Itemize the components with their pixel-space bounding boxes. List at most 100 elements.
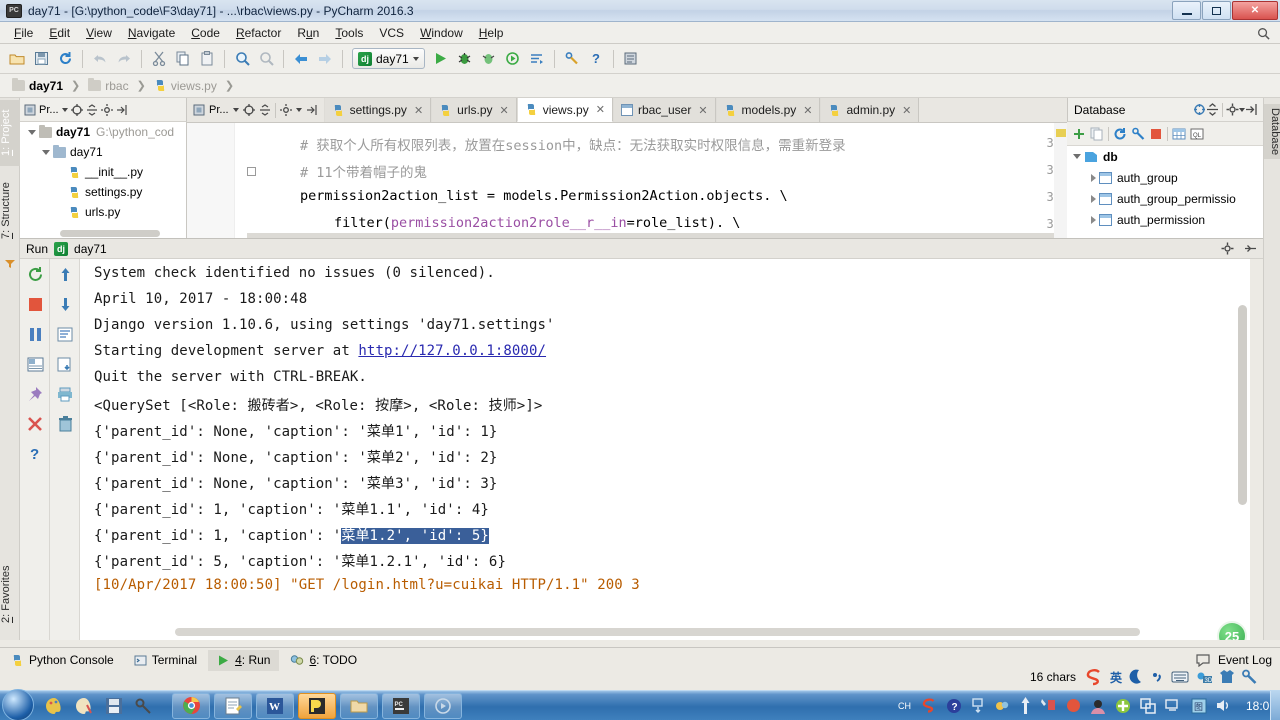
search-icon[interactable]: [1257, 27, 1270, 40]
gear-icon[interactable]: [100, 103, 113, 116]
paste-icon[interactable]: [196, 48, 218, 70]
editor-tab-settings[interactable]: settings.py ✕: [323, 98, 432, 122]
tree-item-settings[interactable]: settings.py: [20, 182, 186, 202]
scroll-down-icon[interactable]: [50, 289, 80, 319]
settings-icon[interactable]: [561, 48, 583, 70]
close-icon[interactable]: ✕: [596, 103, 605, 116]
menu-item-view[interactable]: View: [78, 24, 120, 42]
editor-tab-admin[interactable]: admin.py ✕: [820, 98, 920, 122]
clear-all-icon[interactable]: [50, 409, 80, 439]
code-editor[interactable]: 31 32 33 34 # 获取个人所有权限列表，放置在session中，缺点：…: [187, 123, 1067, 238]
tree-item-init[interactable]: __init__.py: [20, 162, 186, 182]
sidebar-item-favorites[interactable]: 2: Favorites: [0, 553, 20, 635]
collapse-icon[interactable]: [86, 103, 98, 116]
table-icon[interactable]: [1172, 127, 1186, 141]
chevron-down-icon[interactable]: [1073, 154, 1081, 159]
hide-icon[interactable]: [1244, 242, 1257, 255]
chinese-mode-icon[interactable]: 英: [1110, 669, 1122, 686]
save-icon[interactable]: [104, 696, 124, 716]
sogou-icon[interactable]: [920, 697, 937, 714]
coverage-icon[interactable]: [478, 48, 500, 70]
box-icon[interactable]: [1140, 697, 1156, 714]
taskbar-pycharm-button[interactable]: [298, 692, 336, 719]
chevron-down-icon[interactable]: [295, 108, 302, 112]
target-icon[interactable]: [70, 103, 83, 116]
close-icon[interactable]: ✕: [902, 104, 911, 117]
menu-item-run[interactable]: Run: [289, 24, 327, 42]
menu-item-navigate[interactable]: Navigate: [120, 24, 183, 42]
scroll-up-icon[interactable]: [50, 259, 80, 289]
db-item-db[interactable]: db: [1067, 146, 1263, 167]
close-button[interactable]: ✕: [1232, 1, 1278, 20]
sidebar-item-structure[interactable]: 7: Structure: [0, 172, 20, 250]
taskbar-chrome-button[interactable]: [172, 692, 210, 719]
shirt-icon[interactable]: [1220, 669, 1235, 685]
debug-icon[interactable]: [454, 48, 476, 70]
chevron-down-icon[interactable]: [412, 56, 419, 61]
wrench-icon[interactable]: [1131, 127, 1145, 141]
export-icon[interactable]: [50, 349, 80, 379]
minimize-button[interactable]: [1172, 1, 1201, 20]
console-selection[interactable]: 菜单1.2', 'id': 5}: [341, 528, 489, 544]
menu-item-code[interactable]: Code: [183, 24, 228, 42]
menu-item-window[interactable]: Window: [412, 24, 471, 42]
hide-icon[interactable]: [116, 104, 128, 116]
status-item-terminal[interactable]: Terminal: [125, 650, 206, 671]
project-icon[interactable]: [193, 104, 205, 116]
hide-icon[interactable]: [306, 104, 318, 116]
key-icon[interactable]: [134, 696, 154, 716]
chevron-right-icon[interactable]: [1091, 173, 1096, 182]
editor-tab-rbac-user[interactable]: rbac_user ✕: [612, 98, 716, 122]
breadcrumb-item-rbac[interactable]: rbac: [84, 78, 132, 94]
soft-wrap-icon[interactable]: [50, 319, 80, 349]
app-icon[interactable]: 图: [1191, 698, 1207, 714]
menu-item-tools[interactable]: Tools: [327, 24, 371, 42]
start-orb[interactable]: [2, 689, 34, 720]
project-structure-icon[interactable]: [620, 48, 642, 70]
cut-icon[interactable]: [148, 48, 170, 70]
attach-icon[interactable]: [526, 48, 548, 70]
editor-scrollbar[interactable]: [1054, 123, 1067, 238]
keyboard-icon[interactable]: [1171, 670, 1189, 684]
chevron-down-icon[interactable]: [28, 129, 36, 135]
moon-icon[interactable]: [1129, 669, 1143, 685]
wrench-icon[interactable]: [1241, 669, 1257, 685]
copy-icon[interactable]: [1090, 127, 1104, 141]
sogou-icon[interactable]: [1083, 667, 1103, 687]
close-icon[interactable]: ✕: [803, 104, 812, 117]
hide-icon[interactable]: [1245, 103, 1258, 116]
taskbar-pycharm2-button[interactable]: PC: [382, 692, 420, 719]
status-badge[interactable]: 25: [1217, 621, 1247, 640]
close-icon[interactable]: ✕: [500, 104, 509, 117]
volume-icon[interactable]: [1216, 698, 1233, 713]
undo-icon[interactable]: [89, 48, 111, 70]
breadcrumb-item-day71[interactable]: day71: [8, 78, 67, 94]
run-configuration-selector[interactable]: dj day71: [352, 48, 425, 69]
help-icon[interactable]: ?: [20, 439, 50, 469]
collapse-all-icon[interactable]: [1193, 103, 1206, 116]
shield-icon[interactable]: [1115, 698, 1131, 714]
profile-icon[interactable]: [502, 48, 524, 70]
cloud-icon[interactable]: [994, 698, 1011, 713]
taskbar-explorer-button[interactable]: [340, 692, 378, 719]
tray-language-label[interactable]: CH: [898, 701, 911, 711]
arrow-up-icon[interactable]: [1020, 697, 1031, 714]
tree-item-day71-root[interactable]: day71 G:\python_cod: [20, 122, 186, 142]
network-icon[interactable]: [1165, 698, 1182, 713]
help-icon[interactable]: ?: [946, 698, 962, 714]
close-icon[interactable]: ✕: [698, 104, 707, 117]
taskbar-media-button[interactable]: [424, 692, 462, 719]
close-icon[interactable]: ✕: [414, 104, 423, 117]
status-item-python-console[interactable]: Python Console: [2, 650, 123, 671]
collapse-icon[interactable]: [259, 104, 271, 116]
show-desktop-button[interactable]: [1270, 691, 1280, 720]
chevron-right-icon[interactable]: [1091, 194, 1096, 203]
fold-marker-icon[interactable]: [247, 167, 256, 176]
forward-icon[interactable]: [314, 48, 336, 70]
update-icon[interactable]: [971, 697, 985, 714]
refresh-icon[interactable]: [1113, 127, 1127, 141]
expand-icon[interactable]: [1206, 103, 1219, 116]
find-icon[interactable]: [231, 48, 253, 70]
taskbar-word-button[interactable]: W: [256, 692, 294, 719]
red-dot-icon[interactable]: [1066, 698, 1081, 713]
